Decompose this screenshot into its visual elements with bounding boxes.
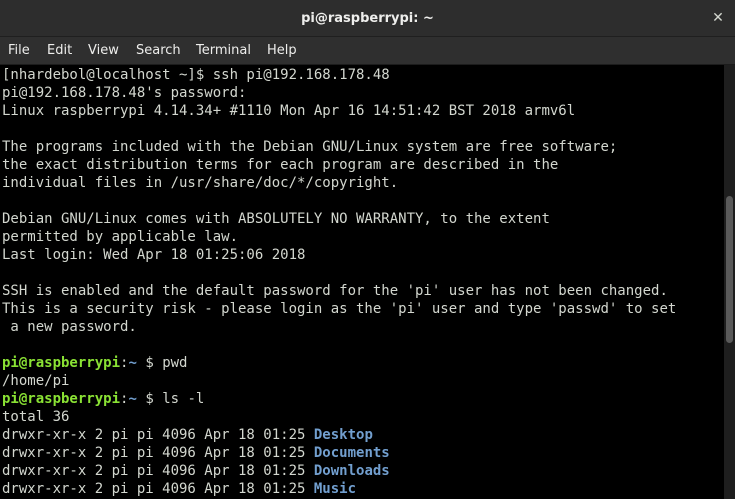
list-item: drwxr-xr-x 2 pi pi 4096 Apr 18 01:25 Mus…: [2, 480, 356, 498]
command-text: pwd: [162, 355, 188, 371]
terminal-line: [nhardebol@localhost ~]$ ssh pi@192.168.…: [2, 67, 390, 83]
list-item: drwxr-xr-x 2 pi pi 4096 Apr 18 01:25 Doc…: [2, 444, 390, 462]
file-meta: drwxr-xr-x 2 pi pi 4096 Apr 18 01:25: [2, 427, 314, 443]
prompt-symbol: $: [136, 391, 163, 407]
title-bar[interactable]: pi@raspberrypi: ~ ✕: [0, 0, 735, 37]
vertical-scrollbar[interactable]: [724, 65, 735, 499]
terminal-line: a new password.: [2, 319, 137, 335]
list-item: drwxr-xr-x 2 pi pi 4096 Apr 18 01:25 Des…: [2, 426, 373, 444]
close-icon[interactable]: ✕: [709, 9, 727, 27]
menu-help[interactable]: Help: [267, 37, 297, 65]
directory-name: Music: [313, 481, 357, 497]
menu-search[interactable]: Search: [136, 37, 181, 65]
terminal-line: pi@192.168.178.48's password:: [2, 85, 247, 101]
menu-terminal[interactable]: Terminal: [196, 37, 251, 65]
terminal-output[interactable]: [nhardebol@localhost ~]$ ssh pi@192.168.…: [0, 65, 724, 499]
window-title: pi@raspberrypi: ~: [301, 11, 434, 26]
directory-name: Documents: [313, 445, 390, 461]
menu-view[interactable]: View: [88, 37, 119, 65]
menu-edit[interactable]: Edit: [47, 37, 72, 65]
terminal-line: permitted by applicable law.: [2, 229, 239, 245]
file-meta: drwxr-xr-x 2 pi pi 4096 Apr 18 01:25: [2, 481, 314, 497]
prompt-line: pi@raspberrypi:~ $ ls -l: [2, 390, 204, 408]
pwd-output: /home/pi: [2, 373, 70, 389]
command-text: ls -l: [162, 391, 205, 407]
directory-name: Downloads: [313, 463, 390, 479]
menu-bar: File Edit View Search Terminal Help: [0, 37, 735, 65]
menu-file[interactable]: File: [8, 37, 30, 65]
prompt-user: pi@raspberrypi: [2, 391, 121, 407]
prompt-user: pi@raspberrypi: [2, 355, 121, 371]
ls-total: total 36: [2, 409, 70, 425]
list-item: drwxr-xr-x 2 pi pi 4096 Apr 18 01:25 Dow…: [2, 462, 390, 480]
prompt-symbol: $: [136, 355, 163, 371]
terminal-window: pi@raspberrypi: ~ ✕ File Edit View Searc…: [0, 0, 735, 499]
prompt-line: pi@raspberrypi:~ $ pwd: [2, 354, 187, 372]
terminal-line: Debian GNU/Linux comes with ABSOLUTELY N…: [2, 211, 550, 227]
terminal-line: Last login: Wed Apr 18 01:25:06 2018: [2, 247, 306, 263]
terminal-line: Linux raspberrypi 4.14.34+ #1110 Mon Apr…: [2, 103, 576, 119]
file-meta: drwxr-xr-x 2 pi pi 4096 Apr 18 01:25: [2, 463, 314, 479]
prompt-path: ~: [128, 355, 137, 371]
terminal-line: individual files in /usr/share/doc/*/cop…: [2, 175, 399, 191]
terminal-line: the exact distribution terms for each pr…: [2, 157, 559, 173]
terminal-line: The programs included with the Debian GN…: [2, 139, 618, 155]
terminal-line: SSH is enabled and the default password …: [2, 283, 668, 299]
prompt-path: ~: [128, 391, 137, 407]
file-meta: drwxr-xr-x 2 pi pi 4096 Apr 18 01:25: [2, 445, 314, 461]
terminal-line: This is a security risk - please login a…: [2, 301, 677, 317]
scrollbar-thumb[interactable]: [726, 196, 733, 343]
directory-name: Desktop: [313, 427, 373, 443]
